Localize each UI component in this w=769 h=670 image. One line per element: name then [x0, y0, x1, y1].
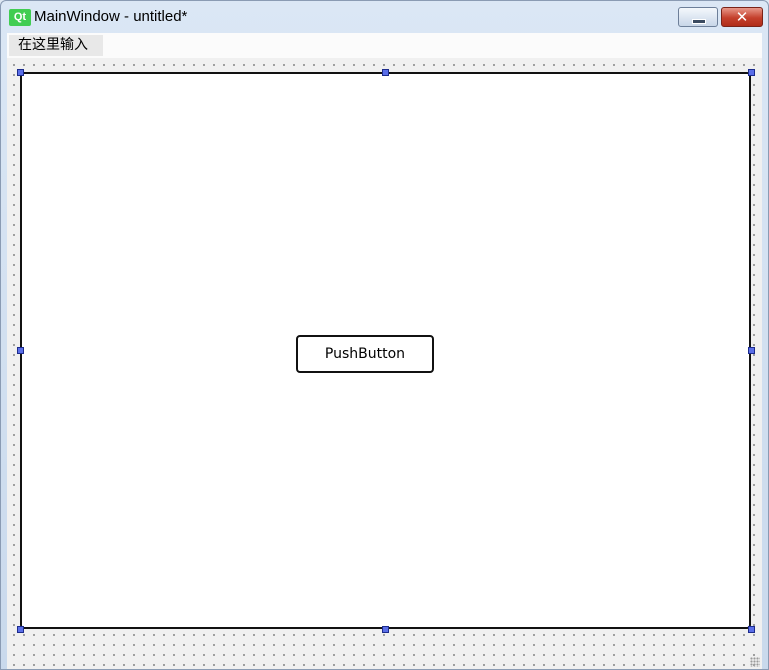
window-title: MainWindow - untitled*	[34, 8, 188, 25]
menu-bar: 在这里输入	[7, 33, 762, 58]
form-design-grid[interactable]: PushButton	[7, 58, 762, 669]
resize-grip-icon[interactable]	[750, 657, 760, 667]
close-button[interactable]: ✕	[721, 7, 763, 27]
minimize-button[interactable]	[678, 7, 718, 27]
close-icon: ✕	[735, 8, 749, 26]
selection-handle-top-left[interactable]	[17, 69, 24, 76]
central-widget[interactable]: PushButton	[20, 72, 751, 629]
selection-handle-top-center[interactable]	[382, 69, 389, 76]
title-bar[interactable]: Qt MainWindow - untitled* ✕	[1, 1, 768, 33]
selection-handle-top-right[interactable]	[748, 69, 755, 76]
selection-handle-bottom-left[interactable]	[17, 626, 24, 633]
main-window: Qt MainWindow - untitled* ✕ 在这里输入 PushBu…	[0, 0, 769, 670]
selection-handle-bottom-center[interactable]	[382, 626, 389, 633]
selection-handle-middle-left[interactable]	[17, 347, 24, 354]
push-button[interactable]: PushButton	[296, 335, 434, 373]
menu-type-here-entry[interactable]: 在这里输入	[9, 35, 103, 56]
form-client-area: 在这里输入 PushButton	[7, 33, 762, 669]
selection-handle-bottom-right[interactable]	[748, 626, 755, 633]
qt-logo-icon: Qt	[9, 9, 31, 26]
selection-handle-middle-right[interactable]	[748, 347, 755, 354]
minimize-icon	[692, 19, 706, 24]
